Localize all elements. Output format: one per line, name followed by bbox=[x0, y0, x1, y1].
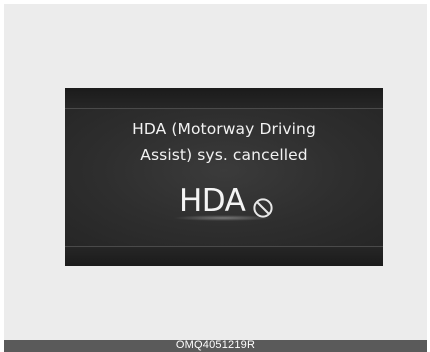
cluster-display: HDA (Motorway Driving Assist) sys. cance… bbox=[65, 88, 383, 266]
warning-message-line-1: HDA (Motorway Driving bbox=[132, 120, 316, 138]
caption-bar: OMQ4051219R bbox=[4, 339, 427, 352]
illustration-frame: HDA (Motorway Driving Assist) sys. cance… bbox=[4, 4, 427, 340]
display-top-band bbox=[65, 88, 383, 108]
display-bottom-band bbox=[65, 247, 383, 266]
indicator-reflection bbox=[173, 215, 273, 221]
warning-message-line-2: Assist) sys. cancelled bbox=[140, 146, 308, 164]
figure-code: OMQ4051219R bbox=[175, 339, 256, 351]
